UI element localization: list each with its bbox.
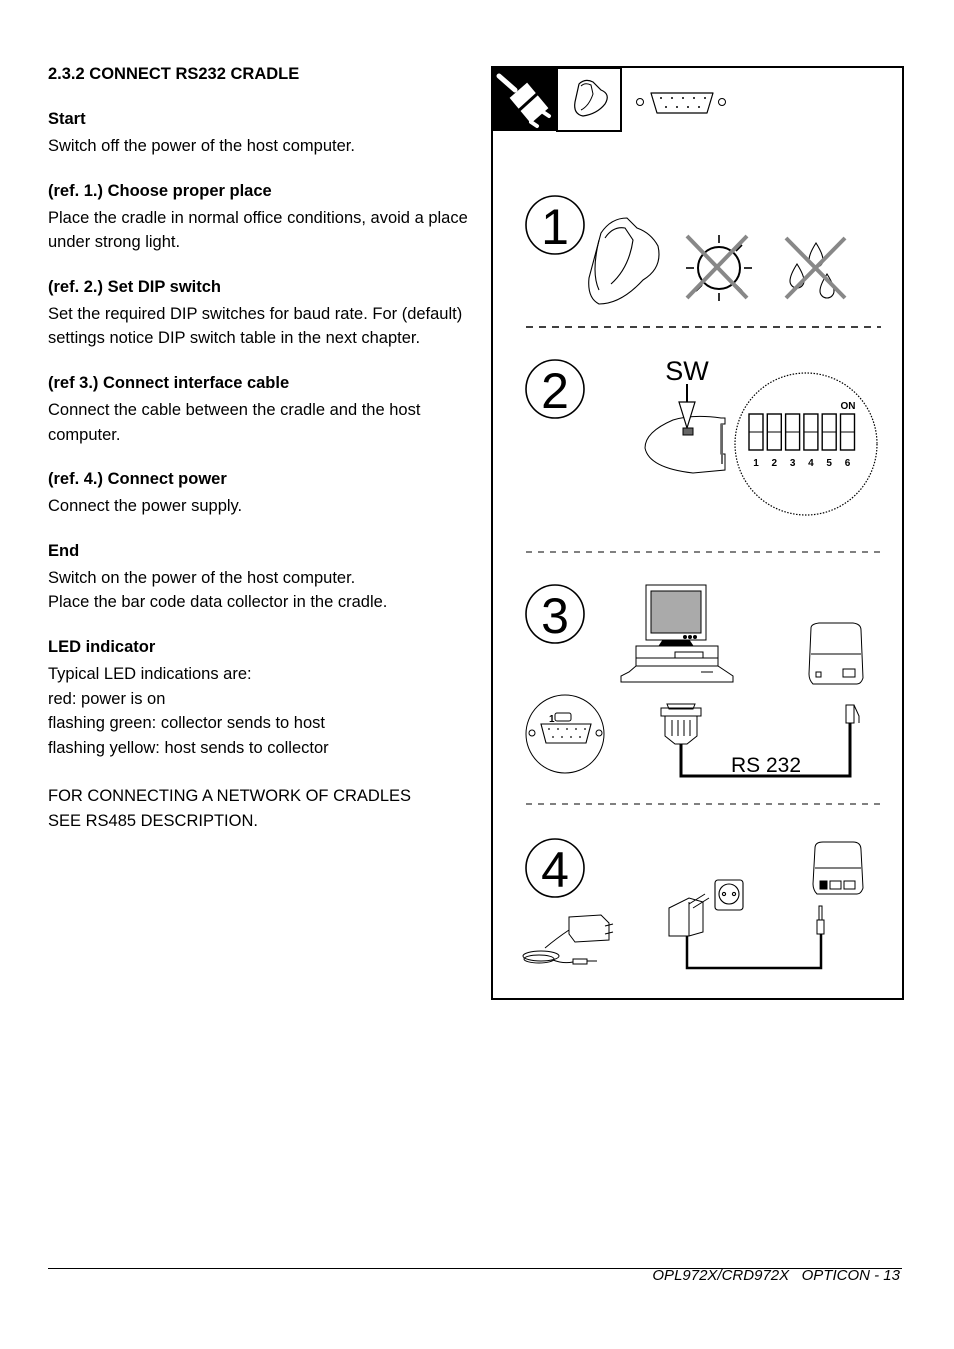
power-cable	[685, 934, 823, 970]
section-led-indicator: LED indicator Typical LED indications ar…	[48, 635, 468, 760]
section-title: 2.3.2 CONNECT RS232 CRADLE	[48, 65, 300, 83]
step-number: 3	[541, 588, 569, 644]
step-number: 4	[541, 842, 569, 898]
cradle-icon	[588, 217, 660, 305]
section-text: Set the required DIP switches for baud r…	[48, 304, 463, 348]
section-text: Place the cradle in normal office condit…	[48, 208, 468, 252]
wall-socket-icon	[714, 879, 744, 911]
dip-switch-number: 3	[790, 458, 796, 469]
page-footer: OPL972X/CRD972X OPTICON - 13	[652, 1267, 900, 1284]
dip-switch-number: 6	[845, 458, 851, 469]
section-text: Connect the cable between the cradle and…	[48, 400, 421, 444]
led-green-text: flashing green: collector sends to host	[48, 714, 325, 733]
db9-connector-icon	[636, 92, 726, 114]
step-3: 3 1 RS 232	[525, 584, 864, 778]
section-heading: (ref. 1.) Choose proper place	[48, 181, 272, 200]
cradle-icon	[556, 68, 622, 132]
step-number: 2	[541, 363, 569, 419]
led-red-text: red: power is on	[48, 689, 166, 708]
power-plug-icon	[493, 68, 557, 131]
dip-switch-bank: 1 2 3 4 5 6	[748, 413, 856, 469]
section-heading: LED indicator	[48, 637, 156, 656]
dip-switch-location	[682, 427, 694, 436]
cradle-front-icon	[808, 622, 864, 685]
wall-adapter-icon	[668, 893, 710, 937]
no-moisture-icon	[784, 236, 847, 300]
section-heading: (ref. 4.) Connect power	[48, 470, 227, 489]
note-line: SEE RS485 DESCRIPTION.	[48, 811, 258, 830]
section-heading: (ref. 2.) Set DIP switch	[48, 277, 221, 296]
rj-plug-icon	[845, 704, 860, 724]
step-number: 1	[541, 199, 569, 255]
note-line: FOR CONNECTING A NETWORK OF CRADLES	[48, 787, 412, 806]
section-heading: End	[48, 541, 80, 560]
dip-on-label: ON	[841, 401, 856, 412]
port-pin-label: 1	[549, 714, 555, 725]
dip-switch-number: 5	[826, 458, 832, 469]
computer-icon	[620, 584, 734, 683]
led-yellow-text: flashing yellow: host sends to collector	[48, 738, 329, 757]
switch-label: SW	[665, 356, 709, 386]
section-dip-switch: (ref. 2.) Set DIP switch Set the require…	[48, 275, 468, 351]
section-heading: (ref 3.) Connect interface cable	[48, 373, 290, 392]
step-2: 2 SW ON 1 2 3 4 5 6	[525, 356, 878, 516]
cradle-back-icon	[812, 841, 864, 895]
dip-switch-number: 4	[808, 458, 814, 469]
cable-label: RS 232	[731, 754, 801, 777]
section-text: Switch off the power of the host compute…	[48, 137, 355, 155]
section-text: Connect the power supply.	[48, 497, 243, 516]
step-4: 4	[522, 838, 864, 970]
instructions-column: 2.3.2 CONNECT RS232 CRADLE Start Switch …	[48, 62, 468, 834]
section-text: Place the bar code data collector in the…	[48, 593, 388, 612]
section-interface-cable: (ref 3.) Connect interface cable Connect…	[48, 371, 468, 447]
section-connect-power: (ref. 4.) Connect power Connect the powe…	[48, 467, 468, 519]
dip-switch-number: 2	[772, 458, 778, 469]
dip-switch-number: 1	[753, 458, 759, 469]
section-start: Start Switch off the power of the host c…	[48, 107, 468, 159]
installation-figure: 1 2 SW ON 1 2 3 4 5 6 3 1 RS 232 4	[491, 66, 904, 1000]
step-1: 1	[525, 195, 847, 305]
section-text: Switch on the power of the host computer…	[48, 568, 356, 587]
network-note: FOR CONNECTING A NETWORK OF CRADLES SEE …	[48, 784, 468, 833]
no-sunlight-icon	[685, 234, 752, 301]
power-adapter-icon	[522, 914, 614, 965]
section-end: End Switch on the power of the host comp…	[48, 539, 468, 615]
db9-port-icon: 1	[525, 694, 605, 774]
section-heading: Start	[48, 110, 86, 128]
section-text: Typical LED indications are:	[48, 664, 252, 683]
section-choose-place: (ref. 1.) Choose proper place Place the …	[48, 179, 468, 255]
arrow-down-icon	[678, 384, 696, 431]
db9-plug-icon	[660, 703, 702, 745]
dc-plug-icon	[816, 905, 825, 935]
cradle-bottom-icon	[644, 415, 726, 474]
